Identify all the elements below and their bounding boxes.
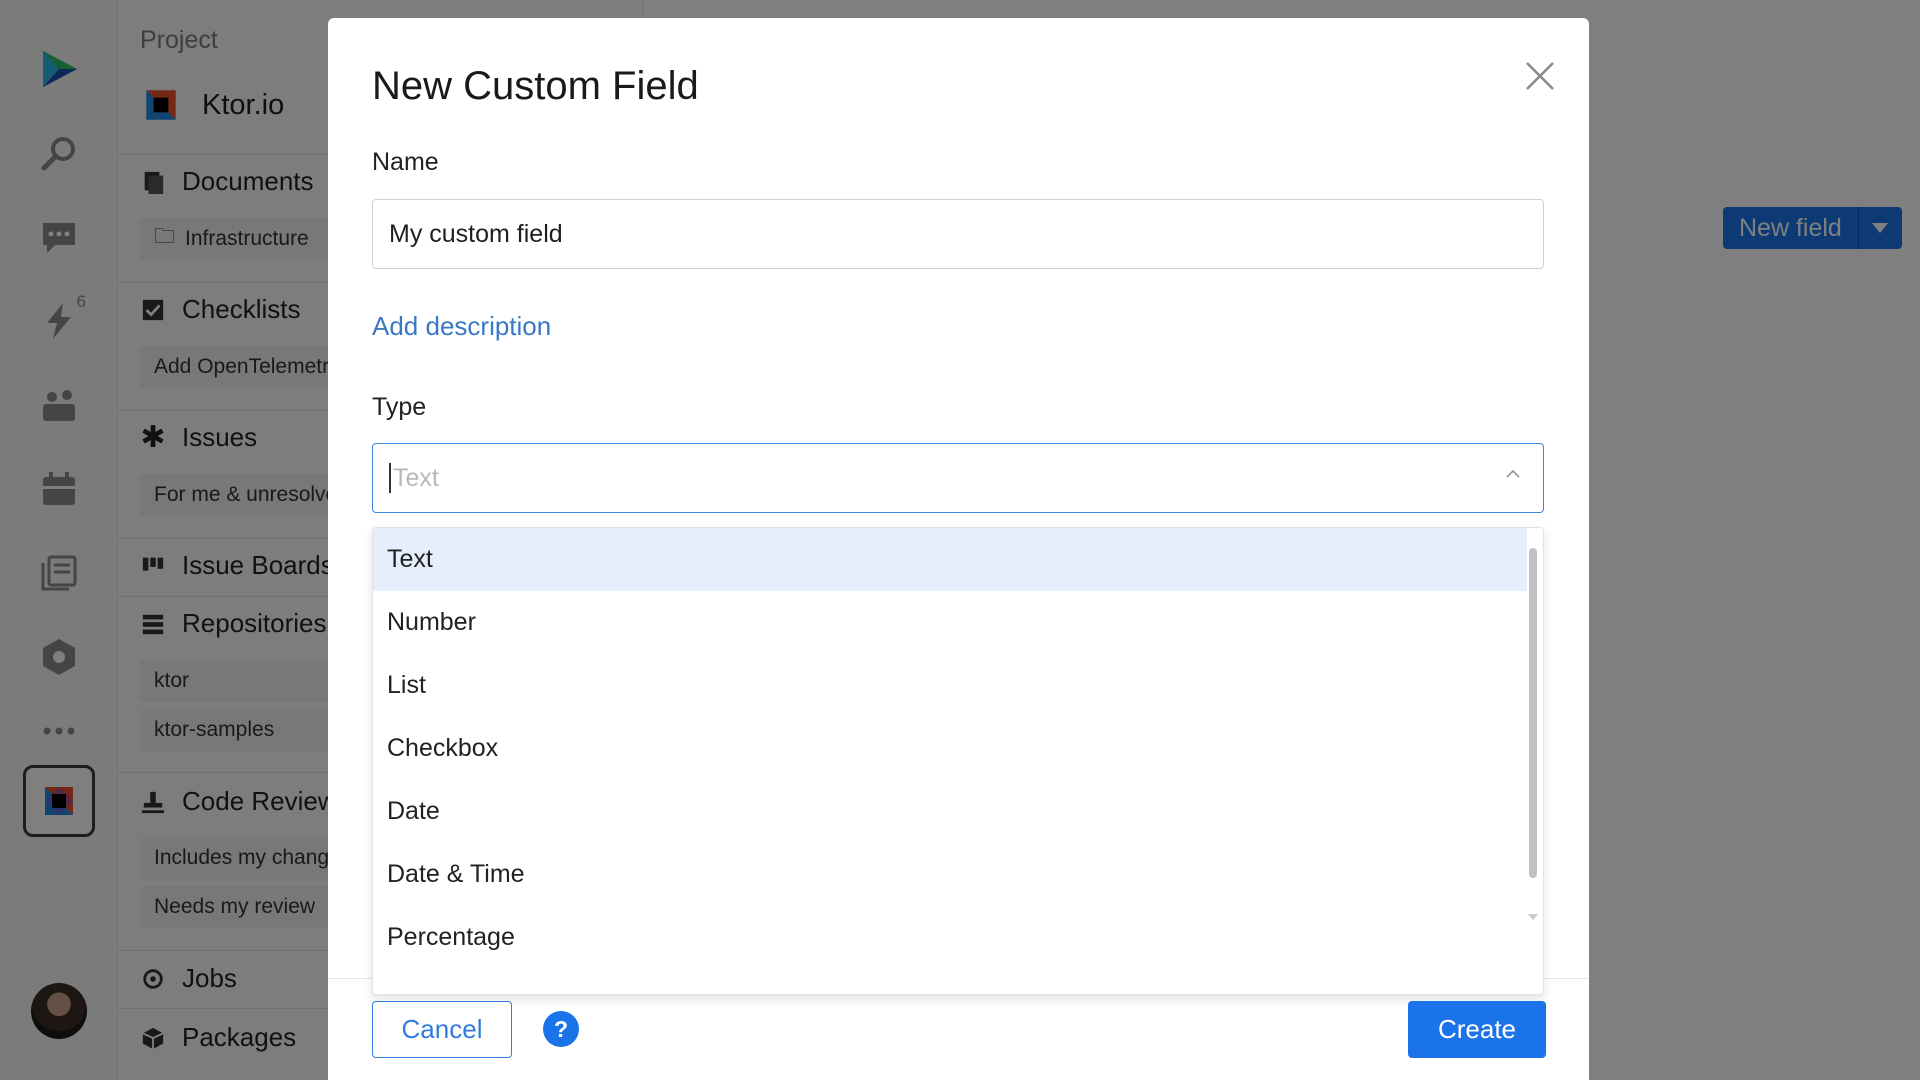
help-icon[interactable]: ?: [543, 1011, 579, 1047]
scroll-down-icon[interactable]: [1528, 914, 1538, 920]
type-select[interactable]: Text: [372, 443, 1544, 513]
add-description-link[interactable]: Add description: [372, 311, 551, 342]
create-button[interactable]: Create: [1408, 1001, 1546, 1058]
option-date[interactable]: Date: [373, 780, 1527, 843]
option-list[interactable]: List: [373, 654, 1527, 717]
cancel-button[interactable]: Cancel: [372, 1001, 512, 1058]
name-input[interactable]: My custom field: [372, 199, 1544, 269]
chevron-up-icon: [1506, 469, 1520, 478]
new-custom-field-dialog: New Custom Field Name My custom field Ad…: [328, 18, 1589, 1080]
option-percentage[interactable]: Percentage: [373, 906, 1527, 969]
dialog-title: New Custom Field: [372, 64, 699, 108]
name-label: Name: [372, 148, 439, 176]
option-date-time[interactable]: Date & Time: [373, 843, 1527, 906]
type-label: Type: [372, 393, 427, 421]
menu-scrollbar[interactable]: [1529, 548, 1537, 878]
type-options-menu: Text Number List Checkbox Date Date & Ti…: [372, 527, 1544, 995]
option-checkbox[interactable]: Checkbox: [373, 717, 1527, 780]
close-button[interactable]: [1518, 54, 1562, 98]
option-number[interactable]: Number: [373, 591, 1527, 654]
type-placeholder: Text: [393, 463, 439, 492]
text-caret: [389, 463, 391, 493]
name-input-value: My custom field: [389, 219, 563, 248]
option-text[interactable]: Text: [373, 528, 1527, 591]
close-icon: [1526, 62, 1554, 90]
